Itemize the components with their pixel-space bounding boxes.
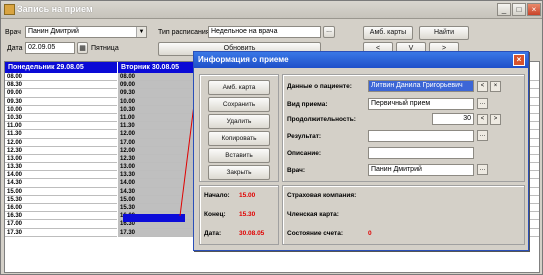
duration-increase-icon[interactable]: > [490,114,501,125]
copy-button[interactable]: Копировать [208,131,270,146]
visit-type-browse-icon[interactable]: … [477,98,488,109]
visit-type-field[interactable]: Первичный прием [368,98,474,110]
patient-prev-icon[interactable]: < [477,81,488,92]
member-card-label: Членская карта: [287,211,339,218]
anb-card-button[interactable]: Амб. карта [208,80,270,95]
start-value: 15.00 [239,192,256,199]
date-value-dialog: 30.08.05 [239,230,265,237]
date-label-dialog: Дата: [204,230,222,237]
description-label: Описание: [287,150,321,157]
start-label: Начало: [204,192,230,199]
close-button[interactable]: Закрыть [208,165,270,180]
balance-value: 0 [368,230,372,237]
patient-clear-icon[interactable]: × [490,81,501,92]
delete-button[interactable]: Удалить [208,114,270,129]
end-value: 15.30 [239,211,256,218]
duration-decrease-icon[interactable]: < [477,114,488,125]
result-browse-icon[interactable]: … [477,130,488,141]
result-label: Результат: [287,133,322,140]
duration-field[interactable]: 30 [432,113,474,125]
save-button[interactable]: Сохранить [208,97,270,112]
visit-type-label: Вид приема: [287,101,328,108]
end-label: Конец: [204,211,226,218]
balance-label: Состояние счета: [287,230,344,237]
doctor-label-dialog: Врач: [287,167,306,174]
dialog-close-icon[interactable]: × [513,54,525,66]
insurance-label: Страховая компания: [287,192,357,199]
patient-label: Данные о пациенте: [287,83,352,90]
doctor-browse-icon[interactable]: … [477,164,488,175]
duration-label: Продолжительность: [287,116,356,123]
appointment-info-dialog: Информация о приеме × Амб. карта Сохрани… [193,51,529,251]
result-field[interactable] [368,130,474,142]
dialog-title[interactable]: Информация о приеме [194,52,528,68]
description-field[interactable] [368,147,474,159]
patient-field[interactable]: Литвин Данила Григорьевич [368,80,474,92]
paste-button[interactable]: Вставить [208,148,270,163]
doctor-field-dialog[interactable]: Панин Дмитрий [368,164,474,176]
